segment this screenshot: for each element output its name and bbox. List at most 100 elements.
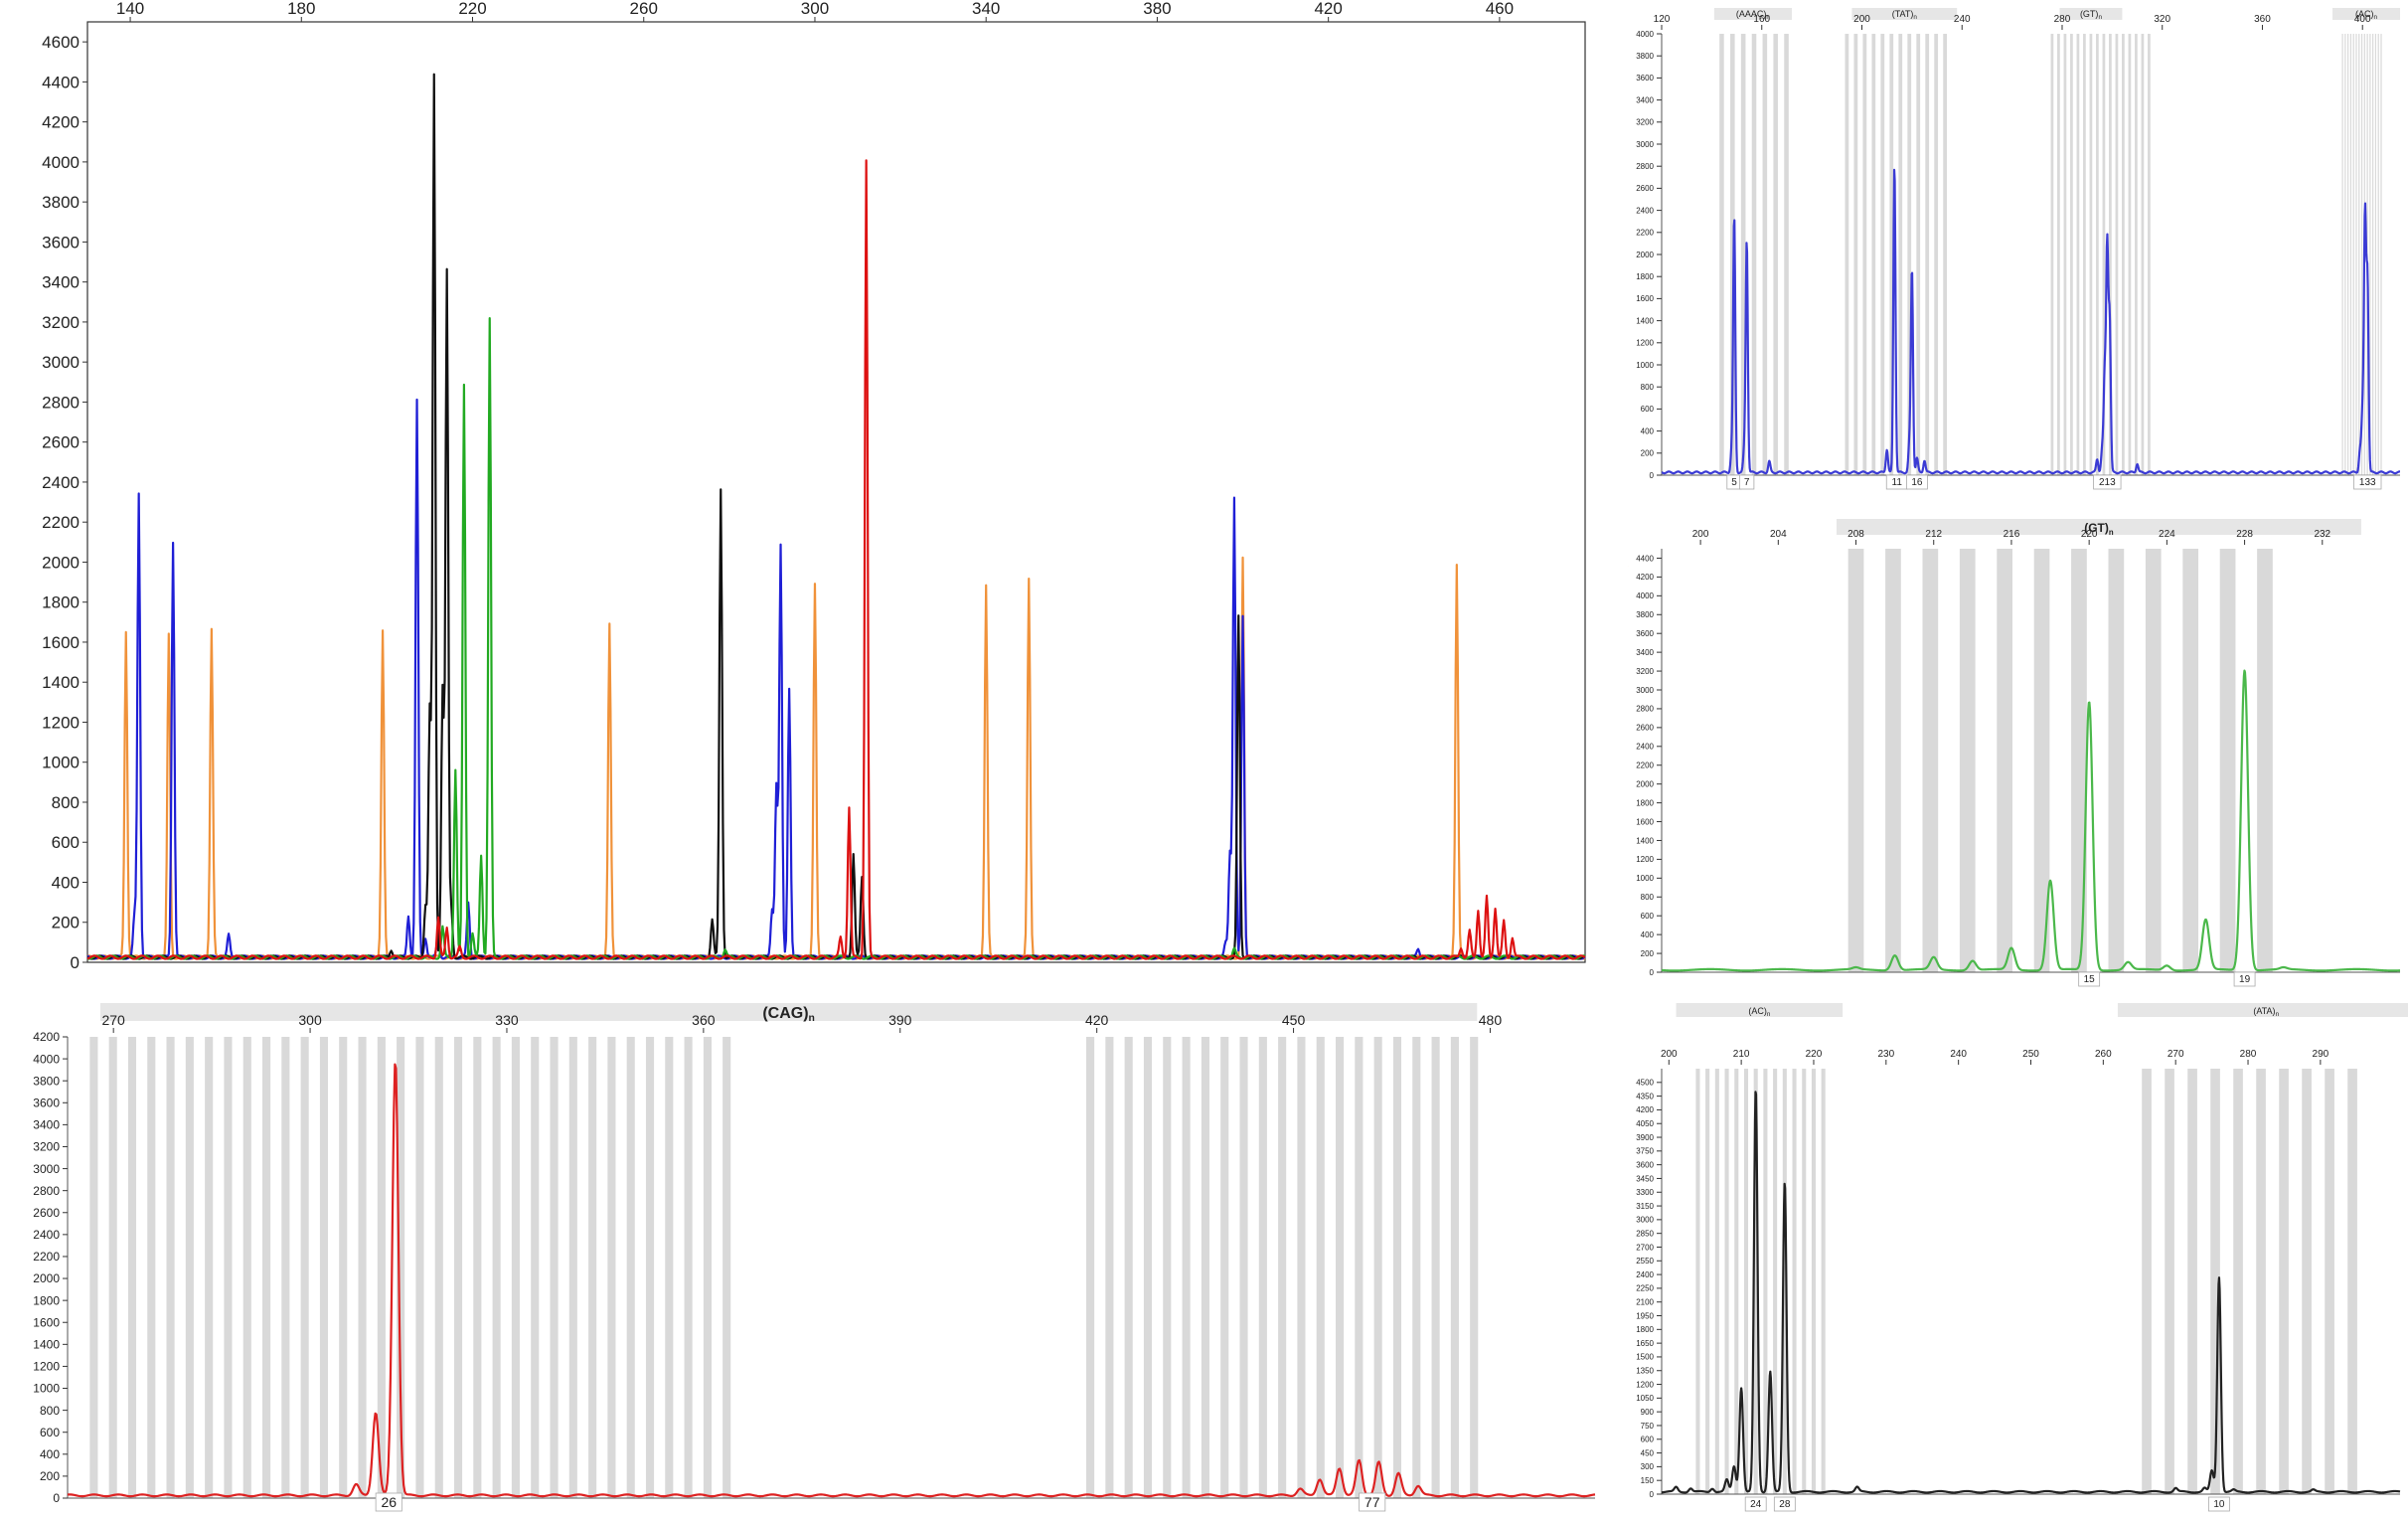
y-tick-label: 3200 (33, 1140, 60, 1154)
x-tick-label: 340 (972, 0, 1000, 18)
bin-band (434, 1037, 443, 1498)
y-tick-label: 3400 (42, 273, 80, 292)
x-tick-label: 260 (2095, 1049, 2112, 1060)
y-tick-label: 1000 (1636, 874, 1654, 883)
bin-band (1470, 1037, 1479, 1498)
bin-band (1925, 34, 1930, 475)
y-tick-label: 1650 (1636, 1339, 1654, 1348)
y-tick-label: 200 (52, 914, 80, 932)
x-tick-label: 280 (2054, 14, 2071, 25)
peak-markers (1855, 671, 2284, 971)
bin-band (1336, 1037, 1345, 1498)
bin-band (242, 1037, 251, 1498)
y-tick-label: 3200 (1636, 118, 1654, 127)
x-tick-label: 320 (2154, 14, 2170, 25)
bin-band (588, 1037, 597, 1498)
y-tick-label: 2800 (1636, 705, 1654, 714)
bin-band (205, 1037, 214, 1498)
bin-band (1762, 34, 1768, 475)
y-tick-label: 1500 (1636, 1353, 1654, 1362)
bin-band (1695, 1069, 1700, 1494)
bin-bands (1847, 549, 2273, 972)
bin-band (2115, 34, 2119, 475)
x-tick-label: 140 (116, 0, 144, 18)
bin-band (1784, 34, 1789, 475)
bin-band (2374, 34, 2377, 475)
y-tick-label: 0 (71, 953, 80, 972)
y-tick-label: 3400 (1636, 95, 1654, 104)
bin-band (453, 1037, 463, 1498)
peak-markers (437, 165, 1513, 953)
series-trace (86, 556, 1586, 960)
y-tick-label: 4350 (1636, 1092, 1654, 1100)
y-tick-label: 750 (1641, 1422, 1655, 1431)
x-tick-label: 240 (1950, 1049, 1967, 1060)
bottom-right-chart: (AC)n (ATA)n01503004506007509001050120013… (1636, 1003, 2408, 1512)
x-tick-label: 420 (1314, 0, 1342, 18)
top-right-chart: (AAAC)n (TAT)n (GT)n (AC)n02004006008001000… (1636, 8, 2401, 490)
y-tick-label: 1400 (1636, 836, 1654, 845)
y-tick-label: 3200 (1636, 667, 1654, 676)
y-tick-label: 2550 (1636, 1257, 1654, 1266)
bin-band (2256, 1069, 2266, 1494)
y-tick-label: 0 (1650, 1490, 1655, 1499)
y-tick-label: 1200 (33, 1360, 60, 1374)
y-tick-label: 4500 (1636, 1079, 1654, 1088)
bin-bands (1719, 34, 2382, 475)
bin-band (550, 1037, 559, 1498)
y-tick-label: 600 (1641, 1436, 1655, 1444)
x-tick-label: 480 (1479, 1012, 1503, 1028)
bin-band (1916, 34, 1921, 475)
y-tick-label: 1400 (1636, 316, 1654, 325)
x-tick-label: 220 (1806, 1049, 1823, 1060)
series-trace (1661, 168, 2401, 475)
allele-call-label: 133 (2359, 477, 2376, 488)
bin-band (2070, 34, 2073, 475)
y-tick-label: 450 (1641, 1448, 1655, 1457)
bin-band (2219, 549, 2236, 972)
allele-call-label: 26 (381, 1494, 397, 1510)
bin-band (166, 1037, 175, 1498)
allele-call-label: 19 (2239, 974, 2251, 985)
y-tick-label: 400 (40, 1447, 60, 1461)
y-tick-label: 2400 (42, 473, 80, 492)
bin-band (281, 1037, 290, 1498)
bin-band (1997, 549, 2013, 972)
peak-markers (1731, 167, 2368, 467)
y-tick-label: 1000 (42, 754, 80, 772)
x-tick-label: 200 (1692, 529, 1709, 540)
bin-band (1885, 549, 1901, 972)
bin-band (224, 1037, 233, 1498)
y-tick-label: 3000 (1636, 686, 1654, 695)
y-tick-label: 600 (1641, 405, 1655, 414)
y-tick-label: 4400 (1636, 554, 1654, 563)
y-tick-label: 3450 (1636, 1174, 1654, 1183)
x-tick-label: 450 (1282, 1012, 1306, 1028)
bin-band (1124, 1037, 1133, 1498)
x-tick-label: 300 (801, 0, 829, 18)
bin-band (2377, 34, 2379, 475)
y-tick-label: 4000 (1636, 591, 1654, 600)
bin-band (2233, 1069, 2243, 1494)
y-tick-label: 2000 (33, 1271, 60, 1285)
y-tick-label: 1400 (42, 673, 80, 692)
x-tick-label: 200 (1661, 1049, 1678, 1060)
y-tick-label: 1800 (1636, 272, 1654, 281)
y-tick-label: 3600 (1636, 74, 1654, 83)
y-tick-label: 1000 (1636, 361, 1654, 370)
bin-band (1316, 1037, 1325, 1498)
x-tick-label: 228 (2236, 529, 2253, 540)
y-tick-label: 2600 (1636, 184, 1654, 193)
x-tick-label: 260 (630, 0, 658, 18)
allele-call-label: 16 (1911, 477, 1923, 488)
bin-band (2057, 34, 2060, 475)
y-tick-label: 2200 (1636, 761, 1654, 770)
bin-band (147, 1037, 156, 1498)
y-tick-label: 3800 (1636, 610, 1654, 619)
bin-band (2347, 34, 2349, 475)
y-tick-label: 3800 (33, 1074, 60, 1088)
y-tick-label: 1200 (1636, 339, 1654, 348)
y-tick-label: 0 (1650, 968, 1655, 977)
y-tick-label: 400 (1641, 930, 1655, 939)
y-tick-label: 3800 (42, 193, 80, 212)
